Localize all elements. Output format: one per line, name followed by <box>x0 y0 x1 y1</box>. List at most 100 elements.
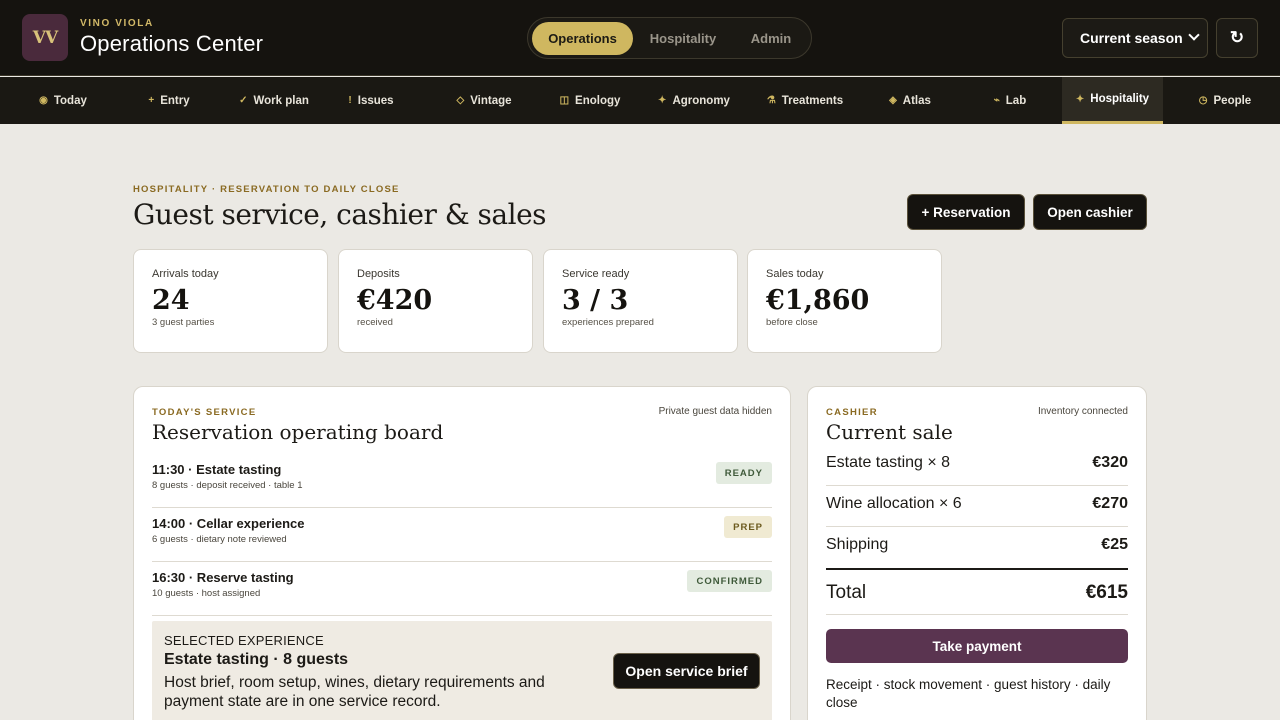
nav-item-enology[interactable]: ◫ Enology <box>532 77 648 124</box>
alert-icon: ! <box>348 95 352 106</box>
page-title: Guest service, cashier & sales <box>133 198 547 231</box>
nav-item-label: Work plan <box>253 94 309 107</box>
add-reservation-button[interactable]: + Reservation <box>907 194 1025 230</box>
mode-switch: Operations Hospitality Admin <box>527 17 812 59</box>
nav-item-label: Treatments <box>781 94 844 107</box>
take-payment-button[interactable]: Take payment <box>826 629 1128 663</box>
barrel-icon: ◫ <box>559 95 570 106</box>
nav-item-vintage[interactable]: ◇ Vintage <box>426 77 542 124</box>
nav-item-hospitality[interactable]: ✦ Hospitality <box>1062 77 1163 124</box>
reservation-meta: 8 guests · deposit received · table 1 <box>152 480 303 491</box>
nav-item-label: Issues <box>357 94 394 107</box>
nav-item-people[interactable]: ◷ People <box>1170 77 1280 124</box>
mode-admin-button[interactable]: Admin <box>734 22 808 55</box>
kpi-value: 3 / 3 <box>562 285 629 316</box>
sale-item-amount: €320 <box>1092 454 1128 471</box>
status-badge: PREP <box>724 516 772 538</box>
reservation-title: 14:00 · Cellar experience <box>152 516 305 531</box>
nav-item-agronomy[interactable]: ✦ Agronomy <box>636 77 752 124</box>
reservation-title: 16:30 · Reserve tasting <box>152 570 294 585</box>
check-icon: ✓ <box>239 95 248 106</box>
sale-item-amount: €25 <box>1101 536 1128 553</box>
nav-item-atlas[interactable]: ◈ Atlas <box>852 77 968 124</box>
brand-logo: VV <box>22 14 68 61</box>
nav-item-label: Atlas <box>902 94 931 107</box>
kpi-arrivals: Arrivals today 24 3 guest parties <box>133 249 328 353</box>
kpi-label: Sales today <box>766 268 824 280</box>
reservation-row[interactable]: 11:30 · Estate tasting 8 guests · deposi… <box>152 454 772 508</box>
sale-line-item: Estate tasting × 8 €320 <box>826 445 1128 486</box>
reservation-meta: 10 guests · host assigned <box>152 588 261 599</box>
nav-item-treatments[interactable]: ⚗ Treatments <box>742 77 868 124</box>
cashier-footer-note: Receipt · stock movement · guest history… <box>826 677 1111 710</box>
reservation-title: 11:30 · Estate tasting <box>152 462 282 477</box>
kpi-value: 24 <box>152 285 190 316</box>
nav-item-lab[interactable]: ⌁ Lab <box>960 77 1060 124</box>
sale-item-amount: €270 <box>1092 495 1128 512</box>
brand-eyebrow: VINO VIOLA <box>80 18 154 29</box>
service-panel: TODAY'S SERVICE Private guest data hidde… <box>133 386 791 720</box>
kpi-value: €1,860 <box>766 285 870 316</box>
flask-icon: ⚗ <box>766 95 776 106</box>
sale-line-item: Wine allocation × 6 €270 <box>826 486 1128 527</box>
sparkle-icon: ✦ <box>1075 93 1085 105</box>
diamond-icon: ◇ <box>456 95 465 106</box>
nav-item-label: Entry <box>160 94 190 107</box>
open-service-brief-button[interactable]: Open service brief <box>613 653 760 689</box>
cashier-eyebrow: CASHIER <box>826 407 878 418</box>
status-badge: CONFIRMED <box>687 570 772 592</box>
sale-item-label: Shipping <box>826 536 889 553</box>
nav-item-label: Today <box>53 94 87 107</box>
selected-title: Estate tasting · 8 guests <box>164 651 349 668</box>
today-icon: ◉ <box>39 95 48 106</box>
reservation-meta: 6 guests · dietary note reviewed <box>152 534 287 545</box>
service-title: Reservation operating board <box>152 420 444 444</box>
kpi-sub: received <box>357 317 393 329</box>
refresh-icon: ↻ <box>1229 28 1245 47</box>
kpi-sub: before close <box>766 317 818 329</box>
season-select[interactable]: Current season <box>1062 18 1208 58</box>
nav-item-label: Vintage <box>470 94 512 107</box>
sparkle-icon: ✦ <box>658 95 667 106</box>
chevron-down-icon <box>1188 29 1200 41</box>
refresh-button[interactable]: ↻ <box>1216 18 1258 58</box>
kpi-label: Deposits <box>357 268 400 280</box>
selected-experience: SELECTED EXPERIENCE Estate tasting · 8 g… <box>152 621 772 720</box>
nav-item-label: Enology <box>575 94 621 107</box>
privacy-note: Private guest data hidden <box>658 406 772 417</box>
sale-item-label: Wine allocation × 6 <box>826 495 962 512</box>
selected-eyebrow: SELECTED EXPERIENCE <box>164 633 324 648</box>
service-eyebrow: TODAY'S SERVICE <box>152 407 257 418</box>
selected-description: Host brief, room setup, wines, dietary r… <box>164 674 545 710</box>
nav-item-label: People <box>1213 94 1252 107</box>
cashier-panel: CASHIER Inventory connected Current sale… <box>807 386 1147 720</box>
app-title: Operations Center <box>80 31 264 56</box>
mode-operations-button[interactable]: Operations <box>532 22 633 55</box>
kpi-service-ready: Service ready 3 / 3 experiences prepared <box>543 249 738 353</box>
main-nav: ◉ Today + Entry ✓ Work plan ! Issues ◇ Vintag… <box>0 77 1280 124</box>
kpi-sub: 3 guest parties <box>152 317 215 329</box>
season-select-value: Current season <box>1080 30 1183 46</box>
reservation-row[interactable]: 14:00 · Cellar experience 6 guests · die… <box>152 508 772 562</box>
sale-item-label: Estate tasting × 8 <box>826 454 951 471</box>
kpi-value: €420 <box>357 285 433 316</box>
mode-hospitality-button[interactable]: Hospitality <box>636 22 730 55</box>
inventory-note: Inventory connected <box>1037 406 1128 417</box>
sale-title: Current sale <box>826 420 953 444</box>
status-badge: READY <box>715 462 772 484</box>
sale-line-item: Shipping €25 <box>826 527 1128 568</box>
nav-item-issues[interactable]: ! Issues <box>316 77 426 124</box>
sale-total: Total €615 <box>826 568 1128 615</box>
plus-icon: + <box>148 95 155 106</box>
reservation-row[interactable]: 16:30 · Reserve tasting 10 guests · host… <box>152 562 772 616</box>
page-eyebrow: HOSPITALITY · RESERVATION TO DAILY CLOSE <box>133 184 400 195</box>
lab-icon: ⌁ <box>993 95 1000 106</box>
clock-icon: ◷ <box>1198 95 1208 106</box>
nav-item-label: Agronomy <box>672 94 730 107</box>
open-cashier-button[interactable]: Open cashier <box>1033 194 1147 230</box>
kpi-deposits: Deposits €420 received <box>338 249 533 353</box>
map-diamond-icon: ◈ <box>889 95 897 106</box>
total-label: Total <box>826 582 867 603</box>
top-bar: VV VINO VIOLA Operations Center Operatio… <box>0 0 1280 76</box>
kpi-label: Service ready <box>562 268 630 280</box>
